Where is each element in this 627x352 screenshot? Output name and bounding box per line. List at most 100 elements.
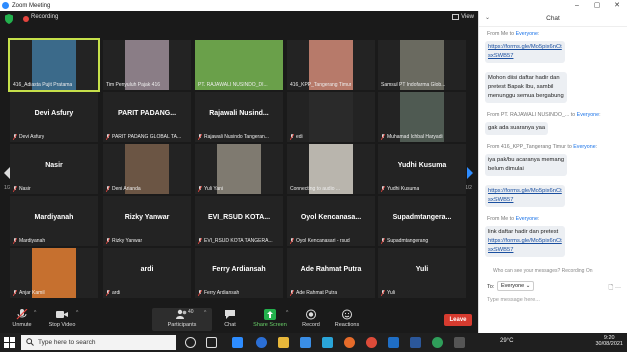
participant-video <box>309 92 353 142</box>
who-can-see-link[interactable]: Who can see your messages? Recording On <box>493 268 593 274</box>
chat-message-line: gak ada suaranya yaa <box>488 125 546 131</box>
participant-tile[interactable]: Oyol Kencanasa... Oyol Kencanasari - rsud <box>287 196 375 246</box>
app-gray-icon[interactable] <box>454 337 465 348</box>
chat-header-colon: : <box>537 31 540 37</box>
participant-tile[interactable]: Yuli Yuli <box>378 248 466 298</box>
muted-mic-icon <box>290 134 294 140</box>
participant-name-label: 416_Adiasta Pujit Pratama <box>13 82 73 88</box>
clock-date: 30/08/2021 <box>595 341 623 347</box>
zoom-taskbar-icon[interactable] <box>232 337 243 348</box>
participant-name-label: Mardiyanah <box>19 238 46 244</box>
participant-tile[interactable]: Yudhi Kusuma Yudhi Kusuma <box>378 144 466 194</box>
chat-message-line: https://forms.gle/Mo5pix6nCt <box>488 188 562 194</box>
minimize-button[interactable]: – <box>567 0 587 11</box>
participants-button[interactable]: Participants <box>160 309 204 328</box>
firefox-icon[interactable] <box>344 337 355 348</box>
muted-mic-icon <box>13 134 17 140</box>
word-icon[interactable] <box>410 337 421 348</box>
reactions-button[interactable]: Reactions <box>325 309 369 328</box>
stop-video-label: Stop Video <box>48 322 76 328</box>
meeting-topbar: Recording View <box>0 11 478 27</box>
edge-browser-icon[interactable] <box>256 337 267 348</box>
app-icon[interactable] <box>388 337 399 348</box>
chat-message-bubble[interactable]: https://forms.gle/Mo5pix6nCt sxSWB57 <box>485 185 565 207</box>
participant-tile[interactable]: edi <box>287 92 375 142</box>
participant-tile[interactable]: Connecting to audio ... <box>287 144 375 194</box>
participant-tile[interactable]: Ferry Ardiansah Ferry Ardiansah <box>195 248 283 298</box>
view-button[interactable]: View <box>452 14 474 20</box>
shield-icon[interactable] <box>5 14 13 24</box>
participant-display-name: PARIT PADANG... <box>117 110 177 117</box>
leave-button[interactable]: Leave <box>444 314 472 326</box>
store-icon[interactable] <box>300 337 311 348</box>
reactions-label: Reactions <box>334 322 360 328</box>
maximize-button[interactable]: ▢ <box>587 0 607 11</box>
participant-tile[interactable]: Tim Penyuluh Pajak 416 <box>103 40 191 90</box>
participant-tile[interactable]: ardi ardi <box>103 248 191 298</box>
participant-tile[interactable]: Ade Rahmat Putra Ade Rahmat Putra <box>287 248 375 298</box>
chat-recipient: Everyone <box>573 144 596 150</box>
video-options-chevron-icon[interactable]: ^ <box>76 310 81 316</box>
participant-tile[interactable]: Nasir Nasir <box>10 144 98 194</box>
chat-attachment-icons[interactable]: 🗋 ··· <box>609 283 622 293</box>
participant-tile[interactable]: 416_KPP_Tangerang Timur <box>287 40 375 90</box>
participant-name-label: Supadmtangerang <box>387 238 429 244</box>
participant-tile[interactable]: Deni Arianda <box>103 144 191 194</box>
participant-tile[interactable]: PT. RAJAWALI NUSINDO_DI... <box>195 40 283 90</box>
muted-mic-icon <box>13 290 17 296</box>
participant-tile[interactable]: 416_Adiasta Pujit Pratama <box>8 38 100 92</box>
participant-tile[interactable]: Muhamad Ichbal Haryadi <box>378 92 466 142</box>
taskbar-search-box[interactable]: Type here to search <box>21 335 176 350</box>
windows-start-icon[interactable] <box>4 337 15 348</box>
recipient-dropdown[interactable]: Everyone ⌄ <box>497 281 535 291</box>
app-green-icon[interactable] <box>432 337 443 348</box>
task-view-icon[interactable] <box>206 337 217 348</box>
chat-message-header: From 416_KPP_Tangerang Timur to Everyone… <box>487 144 597 150</box>
mail-icon[interactable] <box>322 337 333 348</box>
chat-label: Chat <box>224 322 236 328</box>
chat-recipient: Everyone <box>515 31 538 37</box>
muted-mic-icon <box>13 238 17 244</box>
audio-options-chevron-icon[interactable]: ^ <box>34 310 39 316</box>
participant-name-label: EVI_RSUD KOTA TANGERA... <box>204 238 273 244</box>
participant-tile[interactable]: Yuli Yani <box>195 144 283 194</box>
file-explorer-icon[interactable] <box>278 337 289 348</box>
chat-message-line: link daftar hadir dan pretest <box>488 229 559 235</box>
chat-sender: From Me to <box>487 31 516 37</box>
chat-message-bubble[interactable]: https://forms.gle/Mo5pix6nCt sxSWB57 <box>485 41 565 63</box>
participant-tile[interactable]: Rizky Yanwar Rizky Yanwar <box>103 196 191 246</box>
muted-mic-icon <box>290 238 294 244</box>
muted-mic-icon <box>198 238 202 244</box>
participant-tile[interactable]: Supadmtangera... Supadmtangerang <box>378 196 466 246</box>
weather-widget[interactable]: 29°C <box>500 338 513 344</box>
cortana-icon[interactable] <box>185 337 196 348</box>
chat-sender: From PT. RAJAWALI NUSINDO_... to <box>487 112 577 118</box>
participant-tile[interactable]: Mardiyanah Mardiyanah <box>10 196 98 246</box>
window-title: Zoom Meeting <box>12 2 51 9</box>
participant-tile[interactable]: Samsul PT Indofarma Glob... <box>378 40 466 90</box>
chat-recipient: Everyone <box>576 112 600 118</box>
chat-header-colon: : <box>537 216 540 222</box>
participant-tile[interactable]: Devi Asfury Devi Asfury <box>10 92 98 142</box>
participant-name-label: Deni Arianda <box>112 186 141 192</box>
participant-name-label: Nasir <box>19 186 31 192</box>
smiley-icon <box>342 309 352 320</box>
participant-name-label: Ade Rahmat Putra <box>296 290 338 296</box>
system-clock[interactable]: 9:20 30/08/2021 <box>595 335 623 347</box>
chrome-icon[interactable] <box>366 337 377 348</box>
participant-name-label: Yuli Yani <box>204 186 223 192</box>
chat-button[interactable]: Chat <box>208 309 252 328</box>
chat-message-bubble: gak ada suaranya yaa <box>485 122 549 135</box>
muted-mic-icon <box>290 290 294 296</box>
participant-tile[interactable]: Anjar Kamil <box>10 248 98 298</box>
participant-tile[interactable]: PARIT PADANG... PARIT PADANG GLOBAL TA... <box>103 92 191 142</box>
close-button[interactable]: ✕ <box>607 0 627 11</box>
participant-display-name: Ade Rahmat Putra <box>300 266 362 273</box>
participant-tile[interactable]: EVI_RSUD KOTA... EVI_RSUD KOTA TANGERA... <box>195 196 283 246</box>
zoom-logo-icon <box>2 2 9 9</box>
chat-header-colon: : <box>595 144 598 150</box>
chat-message-input[interactable]: Type message here... <box>487 297 540 303</box>
participant-tile[interactable]: Rajawali Nusind... Rajawali Nusindo Tange… <box>195 92 283 142</box>
next-page-icon[interactable] <box>465 166 475 180</box>
chat-message-line: Mohon diisi daftar hadir dan <box>488 75 560 81</box>
